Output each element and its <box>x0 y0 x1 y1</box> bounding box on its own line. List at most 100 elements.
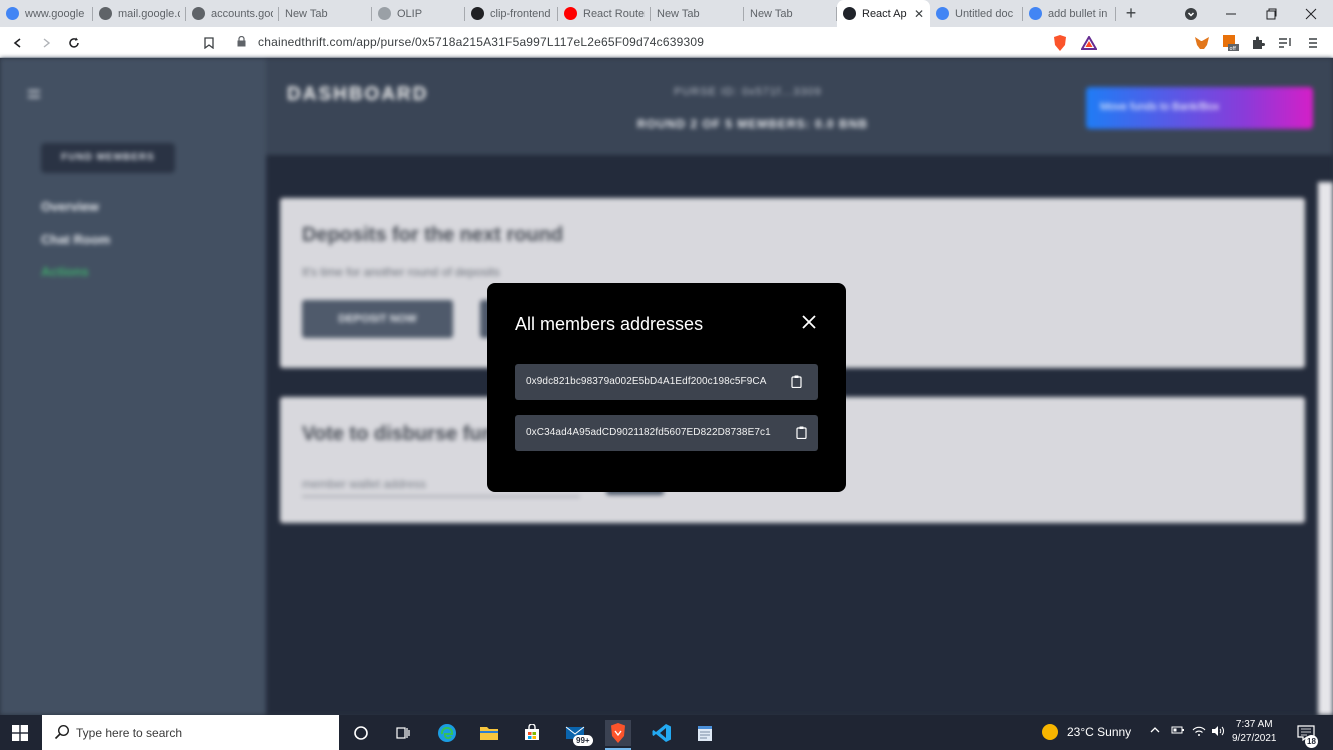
deposit-card-subtitle: It's time for another round of deposits <box>302 265 500 279</box>
brave-rewards-icon[interactable] <box>1080 34 1098 52</box>
browser-tab[interactable]: Untitled doc <box>930 0 1023 27</box>
app-brand: DASHBOARD <box>287 84 429 105</box>
sun-icon <box>1042 724 1058 740</box>
scroll-strip <box>1318 182 1333 715</box>
globe-icon <box>192 7 205 20</box>
browser-tab-title: New Tab <box>657 7 700 20</box>
deposit-now-button[interactable]: DEPOSIT NOW <box>302 300 453 338</box>
browser-tab[interactable]: mail.google.c <box>93 0 186 27</box>
browser-tab[interactable]: New Tab <box>651 0 744 27</box>
browser-tab-title: OLIP <box>397 7 423 20</box>
restore-icon[interactable] <box>1251 0 1291 27</box>
browser-tab-title: New Tab <box>750 7 793 20</box>
brave-shields-icon[interactable] <box>1051 34 1069 52</box>
notepad-icon[interactable] <box>692 720 718 746</box>
address-row[interactable]: 0x9dc821bc98379a002E5bD4A1Edf200c198c5F9… <box>515 364 818 400</box>
back-icon[interactable] <box>8 33 28 53</box>
clock-time: 7:37 AM <box>1235 719 1273 730</box>
browser-tab[interactable]: OLIP <box>372 0 465 27</box>
battery-icon[interactable] <box>1171 725 1185 738</box>
file-explorer-icon[interactable] <box>476 720 502 746</box>
member-address: 0x9dc821bc98379a002E5bD4A1Edf200c198c5F9… <box>526 376 767 387</box>
system-clock[interactable]: 7:37 AM 9/27/2021 <box>1232 718 1277 746</box>
close-tab-icon[interactable]: ✕ <box>914 7 924 21</box>
notification-count-badge: 18 <box>1305 735 1318 748</box>
windows-start-icon[interactable] <box>12 725 28 741</box>
deposit-card-title: Deposits for the next round <box>302 224 564 246</box>
browser-tab-title: New Tab <box>285 7 328 20</box>
search-icon <box>54 724 70 740</box>
browser-tab-title: Untitled doc <box>955 7 1014 20</box>
browser-tab-title: mail.google.c <box>118 7 180 20</box>
windows-taskbar: Type here to search 99+ 23°C Sunny 7:37 … <box>0 715 1333 750</box>
move-funds-button[interactable]: Move funds to Bank/Box <box>1086 87 1313 129</box>
tab-search-icon[interactable] <box>1171 0 1211 27</box>
weather-text: 23°C Sunny <box>1067 725 1132 739</box>
close-icon[interactable] <box>799 312 819 332</box>
reload-icon[interactable] <box>64 33 84 53</box>
docs-icon <box>936 7 949 20</box>
forward-icon[interactable] <box>36 33 56 53</box>
browser-tab[interactable]: React Router <box>558 0 651 27</box>
google-icon <box>6 7 19 20</box>
weather-widget[interactable]: 23°C Sunny <box>1042 724 1131 740</box>
clipboard-icon[interactable] <box>791 375 802 388</box>
browser-tab[interactable]: New Tab <box>279 0 372 27</box>
modal-title: All members addresses <box>515 314 704 334</box>
wifi-icon[interactable] <box>1192 725 1206 740</box>
task-view-icon[interactable] <box>390 720 416 746</box>
react-icon <box>843 7 856 20</box>
taskbar-search-box[interactable]: Type here to search <box>42 715 339 750</box>
browser-tab[interactable]: React Ap ✕ <box>837 0 930 27</box>
fund-members-button[interactable]: FUND MEMBERS <box>41 143 175 173</box>
sidebar-link-actions[interactable]: Actions <box>41 264 89 279</box>
extension-off-icon[interactable]: off <box>1222 34 1240 52</box>
lock-icon <box>237 36 246 47</box>
minimize-icon[interactable] <box>1211 0 1251 27</box>
browser-tab[interactable]: New Tab <box>744 0 837 27</box>
clipboard-icon[interactable] <box>796 426 807 439</box>
cortana-icon[interactable] <box>348 720 374 746</box>
svg-text:off: off <box>1230 46 1237 52</box>
volume-icon[interactable] <box>1211 725 1225 740</box>
address-row[interactable]: 0xC34ad4A95adCD9021182fd5607ED822D8738E7… <box>515 415 818 451</box>
browser-tab-title: React Router <box>583 7 645 20</box>
address-bar[interactable]: chainedthrift.com/app/purse/0x5718a215A3… <box>258 35 704 49</box>
browser-tab-title: add bullet in <box>1048 7 1108 20</box>
members-addresses-modal: All members addresses 0x9dc821bc98379a00… <box>487 283 846 492</box>
extensions-puzzle-icon[interactable] <box>1249 34 1267 52</box>
edge-icon[interactable] <box>434 720 460 746</box>
browser-tab-title: React Ap <box>862 7 907 20</box>
browser-tab[interactable]: clip-frontend <box>465 0 558 27</box>
reading-list-icon[interactable] <box>1276 34 1294 52</box>
browser-tab-title: accounts.goo <box>211 7 273 20</box>
metamask-icon[interactable] <box>1193 34 1211 52</box>
member-address: 0xC34ad4A95adCD9021182fd5607ED822D8738E7… <box>526 427 771 438</box>
youtube-icon <box>564 7 577 20</box>
store-icon[interactable] <box>519 720 545 746</box>
sidebar-link-chat-room[interactable]: Chat Room <box>41 232 110 247</box>
browser-tab[interactable]: accounts.goo <box>186 0 279 27</box>
sidebar-link-overview[interactable]: Overview <box>41 199 99 214</box>
shield-icon <box>378 7 391 20</box>
new-tab-icon[interactable]: + <box>1116 0 1146 27</box>
browser-tab[interactable]: add bullet in <box>1023 0 1116 27</box>
vscode-icon[interactable] <box>649 720 675 746</box>
tray-chevron-up-icon[interactable] <box>1150 725 1160 738</box>
browser-toolbar: chainedthrift.com/app/purse/0x5718a215A3… <box>0 27 1333 58</box>
brave-taskbar-icon[interactable] <box>605 720 631 750</box>
globe-icon <box>99 7 112 20</box>
google-icon <box>1029 7 1042 20</box>
browser-tab-title: clip-frontend <box>490 7 551 20</box>
menu-icon[interactable] <box>1304 34 1322 52</box>
round-info-label: ROUND 2 OF 5 MEMBERS: 0.0 BNB <box>637 117 869 131</box>
clock-date: 9/27/2021 <box>1232 733 1277 744</box>
browser-tab[interactable]: www.google <box>0 0 93 27</box>
browser-tab-title: www.google <box>25 7 85 20</box>
mail-badge: 99+ <box>573 735 593 746</box>
bookmark-icon[interactable] <box>199 33 219 53</box>
close-window-icon[interactable] <box>1291 0 1331 27</box>
browser-tab-strip: www.google mail.google.c accounts.goo New T… <box>0 0 1333 27</box>
mail-icon[interactable]: 99+ <box>563 720 593 746</box>
hamburger-icon[interactable] <box>28 90 40 98</box>
